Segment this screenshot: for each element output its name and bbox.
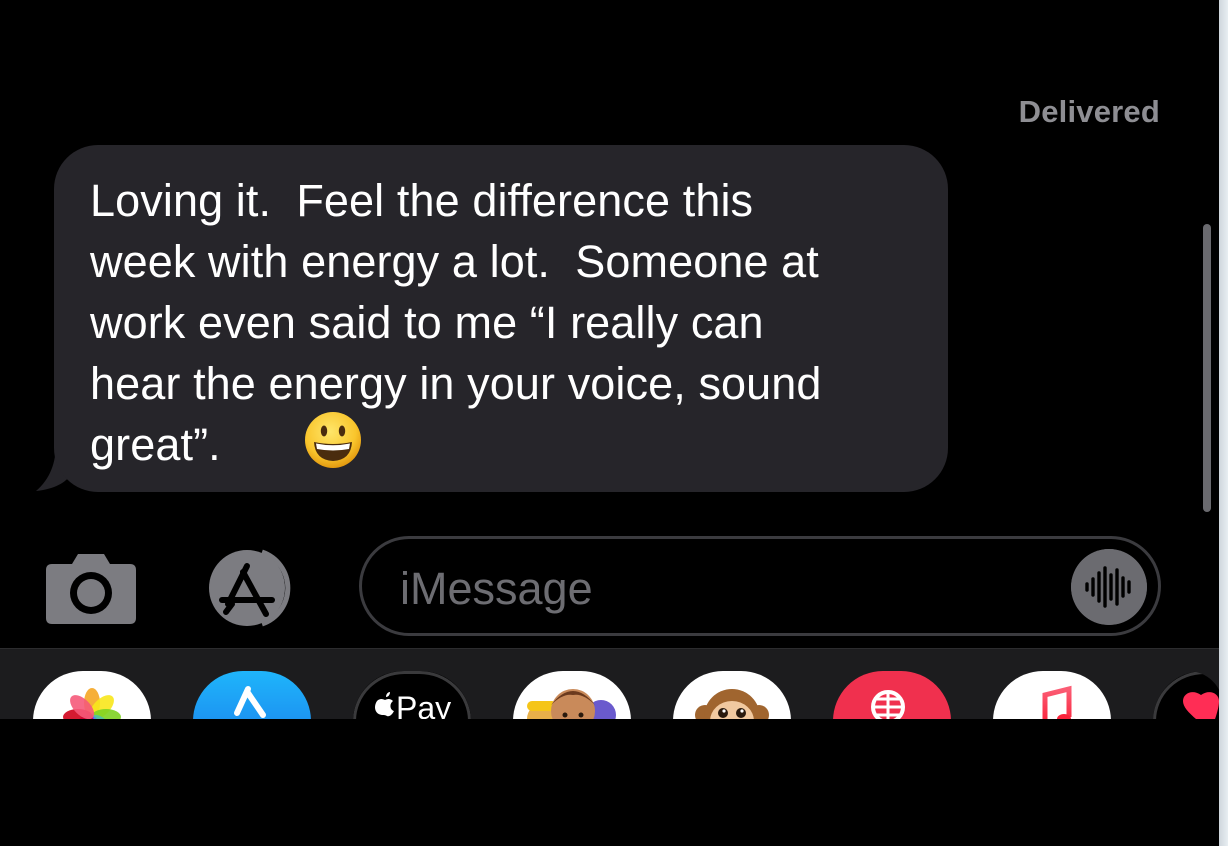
audio-waveform-icon[interactable]	[1071, 549, 1147, 625]
apple-pay-icon[interactable]: Pay	[353, 671, 471, 720]
photos-icon[interactable]	[33, 671, 151, 720]
music-icon[interactable]	[993, 671, 1111, 720]
heart-icon[interactable]	[1153, 671, 1220, 720]
app-store-drawer-icon[interactable]	[193, 671, 311, 720]
message-input[interactable]: iMessage	[359, 536, 1161, 636]
scrollbar[interactable]	[1203, 224, 1211, 512]
monkey-animoji-icon[interactable]	[673, 671, 791, 720]
input-bar: iMessage	[0, 530, 1220, 646]
apple-pay-label: Pay	[396, 690, 451, 720]
globe-search-icon[interactable]	[833, 671, 951, 720]
messages-screen: Delivered Loving it. Feel the difference…	[0, 0, 1228, 846]
app-store-icon[interactable]	[200, 548, 310, 628]
incoming-message[interactable]: Loving it. Feel the difference this week…	[36, 145, 948, 493]
window-edge	[1219, 0, 1228, 846]
message-text: Loving it. Feel the difference this week…	[90, 175, 822, 470]
camera-icon[interactable]	[44, 550, 138, 626]
message-bubble: Loving it. Feel the difference this week…	[54, 145, 948, 492]
memoji-icon[interactable]	[513, 671, 631, 720]
delivered-status: Delivered	[1018, 94, 1160, 129]
app-drawer: Pay	[0, 648, 1220, 720]
bottom-area	[0, 719, 1220, 846]
message-placeholder: iMessage	[400, 563, 593, 614]
grinning-face-emoji-icon	[305, 412, 361, 468]
